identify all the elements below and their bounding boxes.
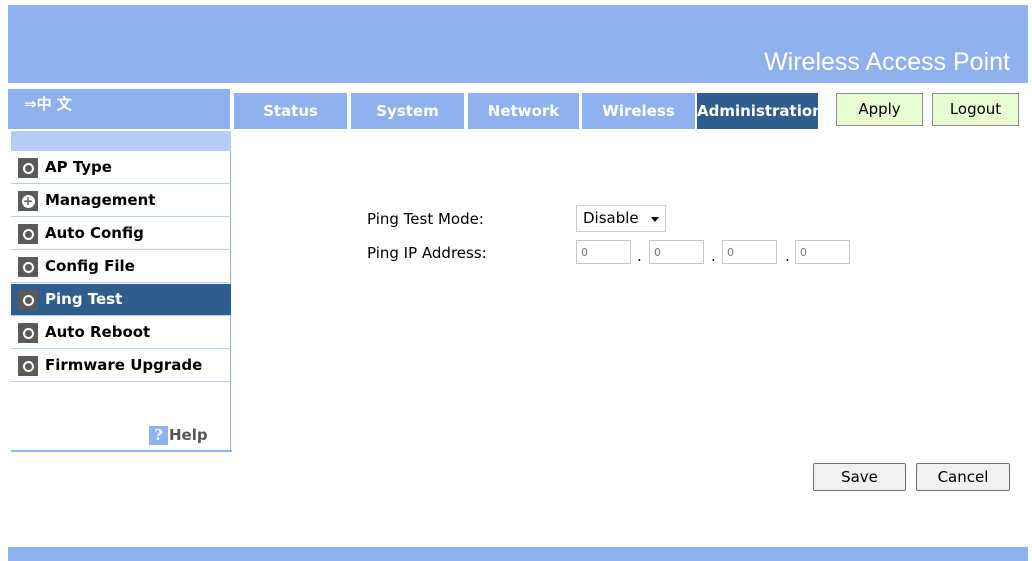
sidebar-item-label: Firmware Upgrade — [45, 356, 203, 374]
circle-icon — [18, 257, 38, 277]
help-link[interactable]: ? Help — [149, 426, 208, 445]
help-label: Help — [169, 426, 208, 444]
sidebar-divider — [11, 450, 232, 452]
ping-test-mode-value: Disable — [583, 209, 639, 227]
chevron-down-icon — [651, 217, 659, 222]
tab-status[interactable]: Status — [234, 93, 347, 129]
ping-ip-address-label: Ping IP Address: — [367, 244, 487, 262]
sidebar-item-ping-test[interactable]: Ping Test — [11, 284, 231, 316]
tab-wireless[interactable]: Wireless — [582, 93, 695, 129]
sidebar-item-label: Config File — [45, 257, 135, 275]
circle-icon — [18, 224, 38, 244]
sidebar-menu: AP Type + Management Auto Config Config … — [11, 131, 231, 450]
apply-button[interactable]: Apply — [836, 93, 923, 126]
tab-network[interactable]: Network — [468, 93, 579, 129]
ip-separator: . — [637, 247, 642, 265]
ip-separator: . — [711, 247, 716, 265]
ping-test-mode-select[interactable]: Disable — [576, 205, 666, 232]
footer-bar — [8, 547, 1028, 561]
ip-octet-1-input[interactable] — [576, 240, 631, 264]
ping-test-mode-label: Ping Test Mode: — [367, 210, 484, 228]
sidebar-item-firmware-upgrade[interactable]: Firmware Upgrade — [11, 350, 231, 382]
sidebar-item-auto-config[interactable]: Auto Config — [11, 218, 231, 250]
ip-octet-2-input[interactable] — [649, 240, 704, 264]
sidebar-header-strip — [11, 131, 231, 151]
help-icon: ? — [149, 426, 168, 445]
language-switch[interactable]: ⇒中 文 — [8, 89, 230, 129]
circle-icon — [18, 356, 38, 376]
tab-system[interactable]: System — [351, 93, 464, 129]
ip-octet-3-input[interactable] — [722, 240, 777, 264]
tab-administration[interactable]: Administration — [697, 93, 823, 129]
sidebar-item-label: AP Type — [45, 158, 112, 176]
app-title: Wireless Access Point — [764, 48, 1010, 76]
sidebar-item-label: Management — [45, 191, 156, 209]
sidebar-item-auto-reboot[interactable]: Auto Reboot — [11, 317, 231, 349]
header-banner: Wireless Access Point — [8, 5, 1028, 83]
sidebar-item-label: Ping Test — [45, 290, 123, 308]
sidebar-item-management[interactable]: + Management — [11, 185, 231, 217]
circle-icon — [18, 290, 38, 310]
sidebar-item-label: Auto Config — [45, 224, 144, 242]
save-button[interactable]: Save — [813, 463, 906, 491]
circle-icon — [18, 158, 38, 178]
logout-button[interactable]: Logout — [932, 93, 1019, 126]
sidebar-item-ap-type[interactable]: AP Type — [11, 152, 231, 184]
sidebar-item-label: Auto Reboot — [45, 323, 151, 341]
plus-icon: + — [18, 191, 38, 211]
sidebar-item-config-file[interactable]: Config File — [11, 251, 231, 283]
circle-icon — [18, 323, 38, 343]
ip-octet-4-input[interactable] — [795, 240, 850, 264]
cancel-button[interactable]: Cancel — [916, 463, 1010, 491]
ip-separator: . — [785, 247, 790, 265]
top-navigation: ⇒中 文 Status System Network Wireless Admi… — [8, 89, 1028, 129]
